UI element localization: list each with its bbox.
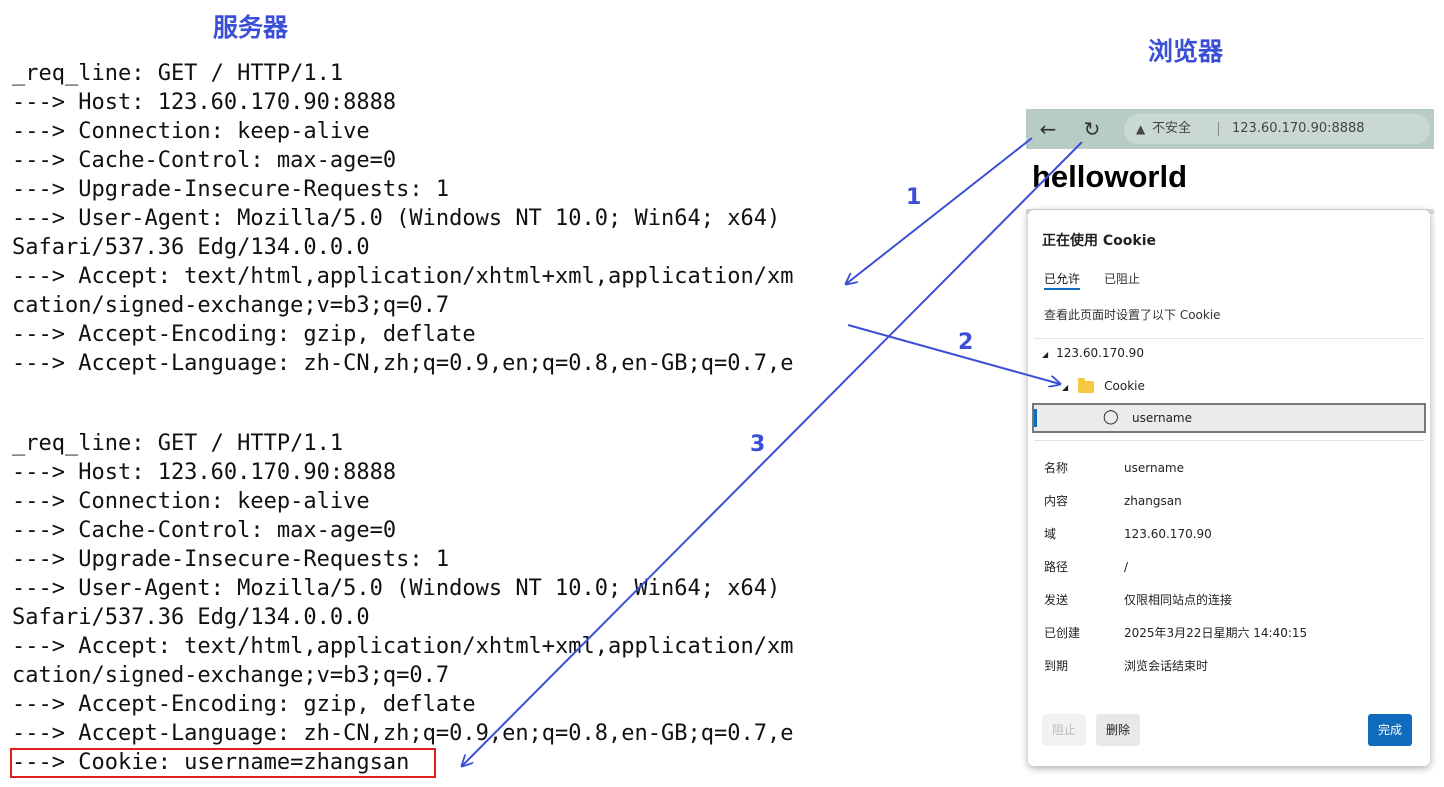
arrow-3-label: 3	[750, 432, 765, 457]
annotation-arrows: 1 2 3	[0, 137, 1083, 787]
arrow-1	[846, 137, 1033, 284]
arrow-3	[462, 141, 1083, 766]
arrow-1-label: 1	[906, 185, 921, 210]
arrow-2-label: 2	[958, 330, 973, 355]
arrow-2	[847, 324, 1060, 384]
